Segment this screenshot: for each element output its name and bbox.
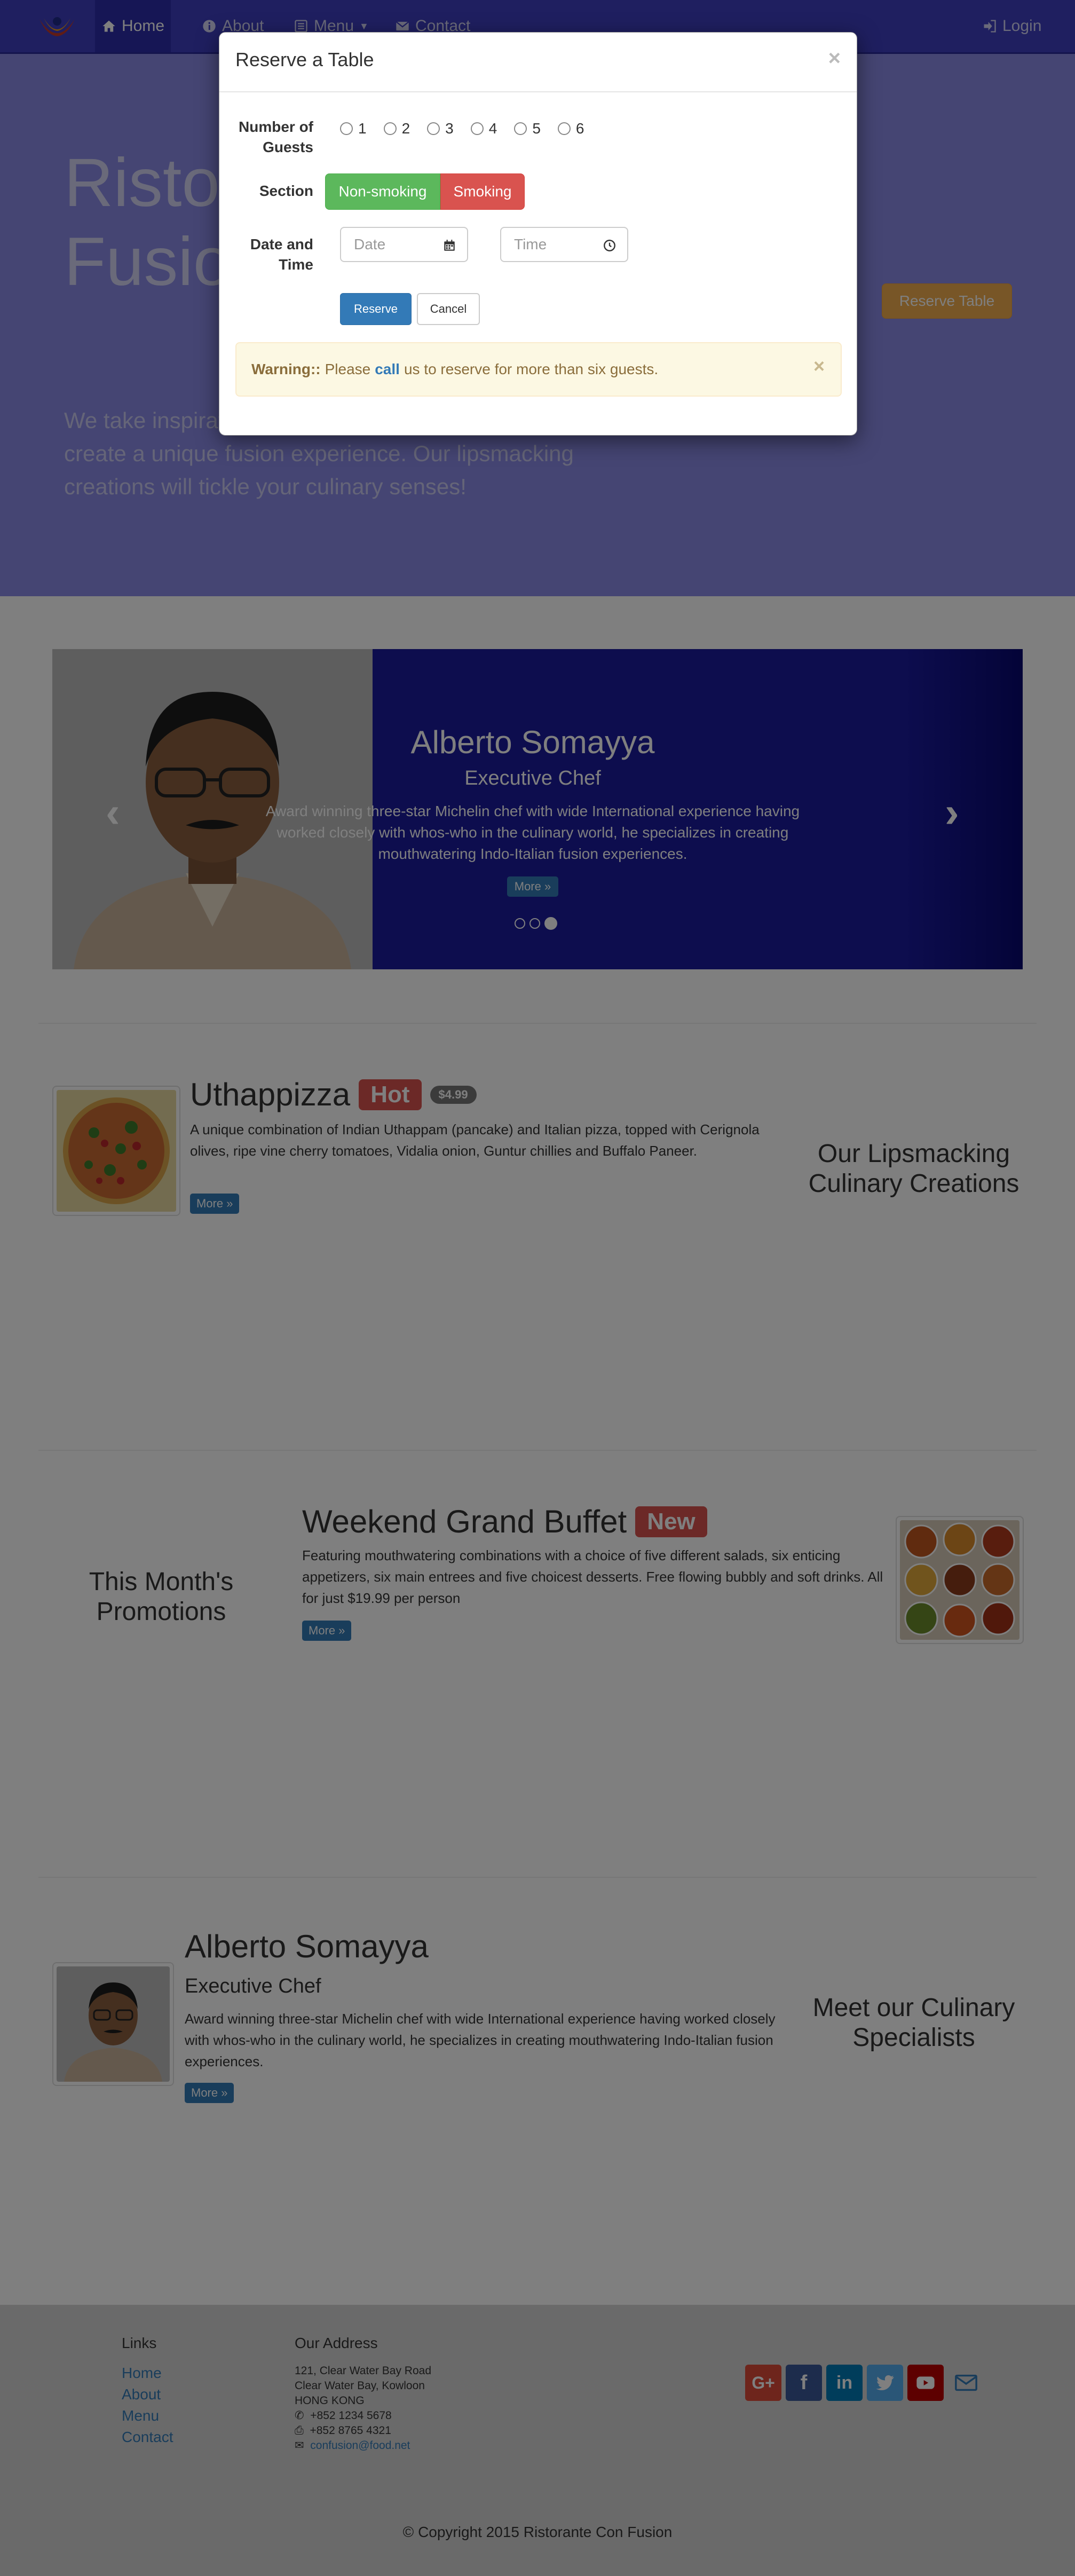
guests-radio-group: 1 2 3 4 5 6 [340, 120, 584, 137]
calendar-icon [444, 240, 455, 251]
radio-icon[interactable] [514, 122, 527, 135]
time-input[interactable]: Time [500, 227, 628, 262]
guests-option-2[interactable]: 2 [383, 120, 410, 137]
date-placeholder: Date [354, 236, 386, 252]
radio-icon[interactable] [340, 122, 353, 135]
close-icon[interactable]: × [828, 46, 841, 70]
guests-option-label: 3 [445, 120, 454, 137]
guests-option-3[interactable]: 3 [427, 120, 454, 137]
warning-call-link[interactable]: call [375, 361, 400, 378]
guests-option-1[interactable]: 1 [340, 120, 367, 137]
guests-option-label: 6 [575, 120, 584, 137]
section-button-group: Non-smoking Smoking [325, 173, 525, 210]
clock-icon [604, 240, 615, 251]
smoking-button[interactable]: Smoking [440, 173, 525, 210]
radio-icon[interactable] [557, 122, 571, 135]
non-smoking-button[interactable]: Non-smoking [325, 173, 440, 210]
warning-post: us to reserve for more than six guests. [404, 361, 659, 377]
reserve-modal: Reserve a Table × Number of Guests 1 2 3… [219, 32, 857, 436]
section-label: Section [259, 183, 313, 199]
guests-option-5[interactable]: 5 [514, 120, 541, 137]
guests-option-6[interactable]: 6 [557, 120, 584, 137]
reserve-button[interactable]: Reserve [340, 293, 412, 325]
modal-header: Reserve a Table × [219, 33, 857, 92]
cancel-button[interactable]: Cancel [417, 293, 480, 325]
warning-pre: Please [325, 361, 371, 377]
date-input[interactable]: Date [340, 227, 468, 262]
radio-icon[interactable] [383, 122, 397, 135]
warning-alert: Warning:: Please call us to reserve for … [235, 342, 842, 397]
guests-option-label: 5 [532, 120, 541, 137]
time-placeholder: Time [514, 236, 547, 252]
radio-icon[interactable] [470, 122, 484, 135]
guests-option-label: 2 [401, 120, 410, 137]
guests-option-4[interactable]: 4 [470, 120, 497, 137]
datetime-label: Date and Time [250, 236, 313, 273]
guests-option-label: 4 [488, 120, 497, 137]
guests-label: Number of Guests [239, 118, 313, 155]
guests-option-label: 1 [358, 120, 367, 137]
radio-icon[interactable] [427, 122, 440, 135]
alert-close-icon[interactable]: × [813, 355, 825, 377]
modal-title: Reserve a Table [235, 49, 374, 70]
warning-strong: Warning:: [251, 361, 321, 377]
